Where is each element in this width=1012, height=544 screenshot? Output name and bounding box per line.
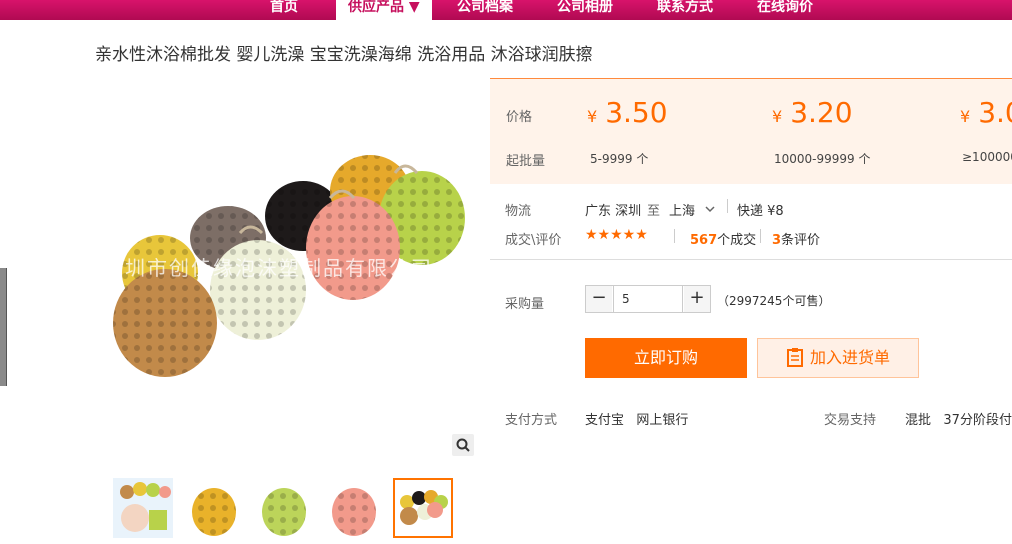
payment-methods: 支付宝 网上银行 bbox=[585, 413, 689, 428]
buy-now-button[interactable]: 立即订购 bbox=[585, 338, 747, 378]
decrement-button[interactable]: − bbox=[586, 286, 612, 312]
divider bbox=[760, 229, 761, 243]
moq-label: 起批量 bbox=[506, 154, 546, 169]
clipboard-icon bbox=[786, 348, 803, 367]
payment-label: 支付方式 bbox=[505, 413, 558, 428]
zoom-icon[interactable] bbox=[452, 434, 474, 456]
divider bbox=[674, 229, 675, 243]
quantity-stepper: − 5 + bbox=[585, 285, 711, 313]
thumbnail[interactable] bbox=[323, 478, 383, 538]
nav-products[interactable]: 供应产品 ▼ bbox=[336, 0, 432, 20]
thumbnail-selected[interactable] bbox=[393, 478, 453, 538]
rating-stars-icon: ★★★★★ bbox=[585, 227, 648, 243]
chevron-down-icon[interactable] bbox=[704, 200, 716, 219]
section-divider bbox=[490, 259, 1012, 260]
product-main-image[interactable] bbox=[95, 78, 475, 408]
price-tier-1: ¥3.50 bbox=[587, 96, 668, 129]
trade-support-value: 混批 37分阶段付款 bbox=[905, 413, 1012, 428]
nav-company-profile[interactable]: 公司档案 bbox=[457, 0, 513, 20]
deal-count[interactable]: 567个成交 bbox=[690, 229, 756, 248]
image-watermark: 深圳市创佳缘泡沫塑制品有限公司 bbox=[103, 256, 433, 280]
price-panel bbox=[490, 78, 1012, 184]
review-count[interactable]: 3条评价 bbox=[772, 229, 820, 248]
qty-range-2: 10000-99999 个 bbox=[774, 152, 871, 166]
thumbnail[interactable] bbox=[253, 478, 313, 538]
ship-from: 广东 深圳 bbox=[585, 204, 642, 219]
thumbnail[interactable] bbox=[113, 478, 173, 538]
quantity-input[interactable]: 5 bbox=[613, 286, 683, 312]
product-title: 亲水性沐浴棉批发 婴儿洗澡 宝宝洗澡海绵 洗浴用品 沐浴球润肤擦 bbox=[95, 45, 593, 65]
deals-label: 成交\评价 bbox=[505, 233, 562, 248]
logistics-label: 物流 bbox=[505, 204, 532, 219]
price-tier-3: ¥3.0 bbox=[960, 96, 1012, 129]
qty-range-1: 5-9999 个 bbox=[590, 152, 649, 166]
price-label: 价格 bbox=[506, 110, 533, 125]
nav-inquiry[interactable]: 在线询价 bbox=[757, 0, 813, 20]
increment-button[interactable]: + bbox=[684, 286, 710, 312]
nav-contact[interactable]: 联系方式 bbox=[657, 0, 713, 20]
price-tier-2: ¥3.20 bbox=[772, 96, 853, 129]
qty-range-3: ≥100000 bbox=[962, 150, 1012, 164]
ship-to-select[interactable]: 上海 bbox=[669, 200, 695, 219]
thumbnail[interactable] bbox=[183, 478, 243, 538]
nav-company-album[interactable]: 公司相册 bbox=[557, 0, 613, 20]
purchase-qty-label: 采购量 bbox=[505, 297, 545, 312]
side-scroll-handle[interactable] bbox=[0, 268, 7, 386]
trade-support-label: 交易支持 bbox=[824, 413, 877, 428]
add-to-list-button[interactable]: 加入进货单 bbox=[757, 338, 919, 378]
divider bbox=[727, 199, 728, 213]
nav-home[interactable]: 首页 bbox=[270, 0, 298, 20]
shipping-fee: 快递 ¥8 bbox=[737, 204, 784, 219]
ship-to-word: 至 bbox=[647, 204, 661, 219]
available-stock: （2997245个可售） bbox=[717, 294, 831, 308]
top-nav: 首页 供应产品 ▼ 公司档案 公司相册 联系方式 在线询价 bbox=[0, 0, 1012, 20]
